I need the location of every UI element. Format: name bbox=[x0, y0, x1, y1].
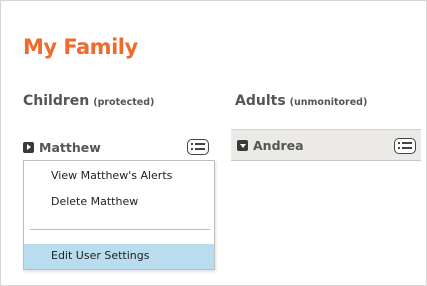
user-name[interactable]: Andrea bbox=[253, 138, 304, 153]
user-context-menu: View Matthew's Alerts Delete Matthew Edi… bbox=[23, 160, 215, 270]
triangle-down-icon[interactable] bbox=[237, 139, 248, 151]
menu-item-view-alerts[interactable]: View Matthew's Alerts bbox=[24, 164, 214, 188]
children-heading: Children (protected) bbox=[23, 93, 154, 109]
family-panel: My Family Children (protected) Adults (unm… bbox=[0, 0, 427, 286]
list-menu-icon[interactable] bbox=[187, 139, 209, 155]
user-name[interactable]: Matthew bbox=[39, 140, 101, 155]
children-subheading: (protected) bbox=[93, 97, 155, 108]
children-heading-label: Children bbox=[23, 93, 90, 109]
triangle-right-icon[interactable] bbox=[23, 141, 34, 153]
list-menu-icon[interactable] bbox=[394, 138, 416, 154]
adults-heading: Adults (unmonitored) bbox=[235, 93, 367, 109]
adults-heading-label: Adults bbox=[235, 93, 286, 109]
menu-item-edit-settings[interactable]: Edit User Settings bbox=[24, 244, 214, 269]
adults-subheading: (unmonitored) bbox=[289, 97, 368, 108]
user-row-matthew[interactable]: Matthew bbox=[23, 133, 219, 161]
menu-divider bbox=[30, 229, 210, 230]
user-row-andrea[interactable]: Andrea bbox=[231, 129, 421, 161]
menu-item-delete-user[interactable]: Delete Matthew bbox=[24, 190, 214, 214]
page-title: My Family bbox=[23, 35, 138, 59]
